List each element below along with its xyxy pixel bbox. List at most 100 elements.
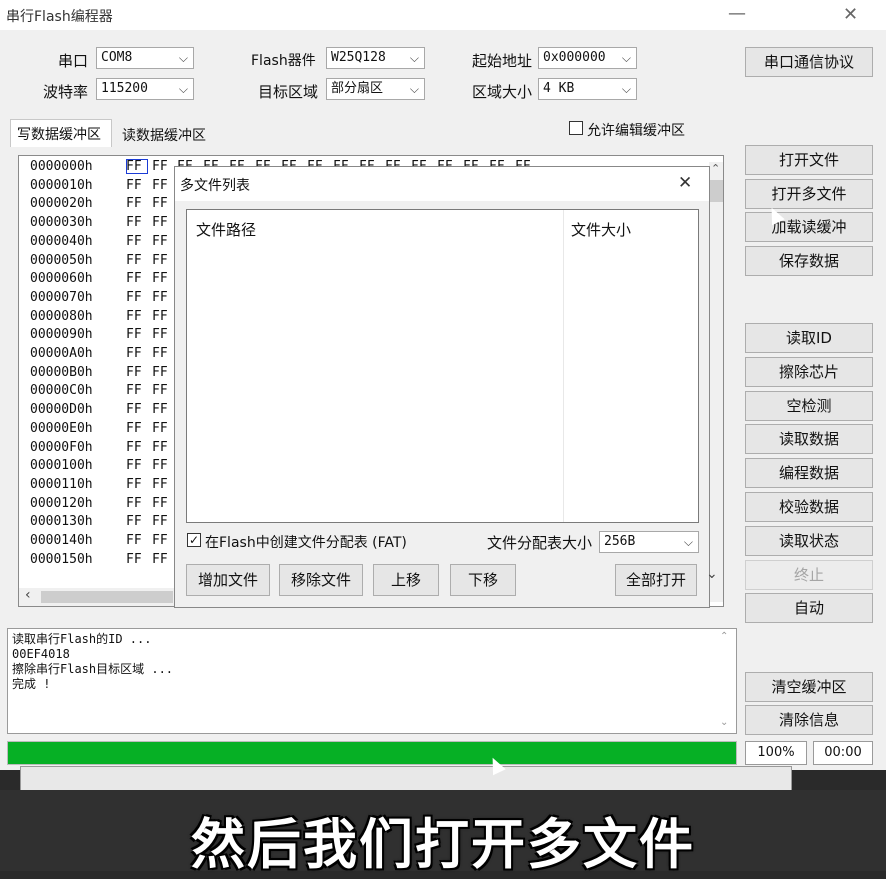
hscroll-thumb[interactable]	[41, 591, 173, 603]
read-data-button[interactable]: 读取数据	[745, 424, 873, 454]
hex-byte[interactable]: FF	[126, 477, 152, 492]
open-file-button[interactable]: 打开文件	[745, 145, 873, 175]
tab-write-label: 写数据缓冲区	[17, 127, 101, 143]
hex-byte[interactable]: FF	[126, 271, 152, 286]
move-down-button[interactable]: 下移	[450, 564, 516, 596]
window-title: 串行Flash编程器	[6, 9, 113, 25]
auto-button[interactable]: 自动	[745, 593, 873, 623]
hex-byte[interactable]: FF	[126, 234, 152, 249]
add-file-button[interactable]: 增加文件	[186, 564, 270, 596]
hex-row: 0000100h FF FF	[30, 458, 178, 473]
fat-checkbox[interactable]: ✓	[187, 533, 201, 547]
start-address-value: 0x000000	[543, 50, 606, 65]
hex-byte[interactable]: FF	[126, 383, 152, 398]
column-header-size[interactable]: 文件大小	[571, 219, 631, 240]
load-read-buffer-button[interactable]: 加载读缓冲	[745, 212, 873, 242]
hex-address: 00000B0h	[30, 364, 93, 380]
hex-row: 00000C0h FF FF	[30, 383, 178, 398]
move-up-button[interactable]: 上移	[373, 564, 439, 596]
hex-byte[interactable]: FF	[126, 552, 152, 567]
log-output[interactable]: 读取串行Flash的ID ... 00EF4018 擦除串行Flash目标区域 ..…	[7, 628, 737, 734]
hex-byte[interactable]: FF	[126, 178, 152, 193]
erase-chip-button[interactable]: 擦除芯片	[745, 357, 873, 387]
hex-byte[interactable]: FF	[126, 458, 152, 473]
hex-byte[interactable]: FF	[126, 327, 152, 342]
verify-data-button[interactable]: 校验数据	[745, 492, 873, 522]
hex-scrollbar[interactable]: ⌃	[709, 162, 723, 602]
dialog-title-bar: 多文件列表 ✕	[175, 167, 709, 201]
hex-row: 00000B0h FF FF	[30, 365, 178, 380]
tab-write-buffer[interactable]: 写数据缓冲区	[10, 119, 112, 147]
target-select[interactable]: 部分扇区 ⌵	[326, 78, 425, 100]
hex-hscrollbar[interactable]: ‹	[19, 587, 175, 606]
hex-byte[interactable]: FF	[126, 421, 152, 436]
hex-row: 00000D0h FF FF	[30, 402, 178, 417]
hex-address: 0000050h	[30, 252, 93, 268]
elapsed-time: 00:00	[813, 741, 873, 765]
hex-byte[interactable]: FF	[126, 365, 152, 380]
scroll-up-icon[interactable]: ⌃	[720, 631, 728, 642]
hex-byte[interactable]: FF	[126, 346, 152, 361]
clear-buffer-button[interactable]: 清空缓冲区	[745, 672, 873, 702]
chevron-down-icon: ⌵	[178, 82, 188, 96]
chevron-down-icon[interactable]: ⌄	[706, 566, 718, 582]
hex-row: 0000000h FF FF	[30, 159, 178, 174]
minimize-button[interactable]: —	[728, 3, 746, 24]
hex-byte[interactable]: FF	[126, 514, 152, 529]
program-data-button[interactable]: 编程数据	[745, 458, 873, 488]
allow-edit-checkbox[interactable]	[569, 121, 583, 135]
baud-label: 波特率	[43, 83, 89, 101]
clear-info-button[interactable]: 清除信息	[745, 705, 873, 735]
dialog-close-icon[interactable]: ✕	[678, 173, 692, 193]
scroll-left-icon[interactable]: ‹	[25, 587, 31, 603]
hex-byte[interactable]: FF	[126, 402, 152, 417]
hex-byte[interactable]: FF	[126, 290, 152, 305]
hex-byte[interactable]: FF	[126, 253, 152, 268]
baud-select[interactable]: 115200 ⌵	[96, 78, 194, 100]
open-all-button[interactable]: 全部打开	[615, 564, 697, 596]
hex-byte[interactable]: FF	[126, 196, 152, 211]
flash-select[interactable]: W25Q128 ⌵	[326, 47, 425, 69]
hex-address: 0000020h	[30, 196, 93, 212]
hex-address: 00000C0h	[30, 383, 93, 399]
tab-read-buffer[interactable]: 读数据缓冲区	[122, 125, 206, 145]
start-address-select[interactable]: 0x000000 ⌵	[538, 47, 637, 69]
hex-byte[interactable]: FF	[126, 309, 152, 324]
port-select[interactable]: COM8 ⌵	[96, 47, 194, 69]
remove-file-button[interactable]: 移除文件	[279, 564, 363, 596]
hex-address: 0000110h	[30, 476, 93, 492]
chevron-down-icon: ⌵	[621, 51, 631, 65]
column-header-path[interactable]: 文件路径	[196, 219, 256, 240]
hex-row: 0000060h FF FF	[30, 271, 178, 286]
close-button[interactable]: ✕	[843, 4, 858, 25]
hex-address: 00000A0h	[30, 346, 93, 361]
flash-label: Flash器件	[251, 53, 316, 69]
stop-button[interactable]: 终止	[745, 560, 873, 590]
fat-size-select[interactable]: 256B ⌵	[599, 531, 699, 553]
open-multi-file-button[interactable]: 打开多文件	[745, 179, 873, 209]
hex-byte[interactable]: FF	[126, 215, 152, 230]
video-subtitle: 然后我们打开多文件	[191, 813, 695, 876]
read-status-button[interactable]: 读取状态	[745, 526, 873, 556]
region-size-select[interactable]: 4 KB ⌵	[538, 78, 637, 100]
title-bar: 串行Flash编程器 — ✕	[0, 0, 886, 30]
protocol-button[interactable]: 串口通信协议	[745, 47, 873, 77]
hex-address: 00000E0h	[30, 420, 93, 436]
log-line: 擦除串行Flash目标区域 ...	[12, 662, 174, 676]
log-line: 完成 !	[12, 677, 51, 691]
hex-row: 0000110h FF FF	[30, 477, 178, 492]
hex-byte[interactable]: FF	[126, 159, 148, 174]
scroll-thumb[interactable]	[709, 180, 723, 202]
save-data-button[interactable]: 保存数据	[745, 246, 873, 276]
hex-byte[interactable]: FF	[126, 496, 152, 511]
hex-byte[interactable]: FF	[126, 533, 152, 548]
hex-address: 0000140h	[30, 533, 93, 548]
blank-check-button[interactable]: 空检测	[745, 391, 873, 421]
hex-byte[interactable]: FF	[126, 440, 152, 455]
scroll-down-icon[interactable]: ⌄	[720, 717, 728, 728]
read-id-button[interactable]: 读取ID	[745, 323, 873, 353]
hex-row: 0000080h FF FF	[30, 309, 178, 324]
file-list[interactable]: 文件路径 文件大小	[186, 209, 699, 523]
scroll-up-icon[interactable]: ⌃	[711, 162, 720, 175]
baud-value: 115200	[101, 81, 148, 96]
